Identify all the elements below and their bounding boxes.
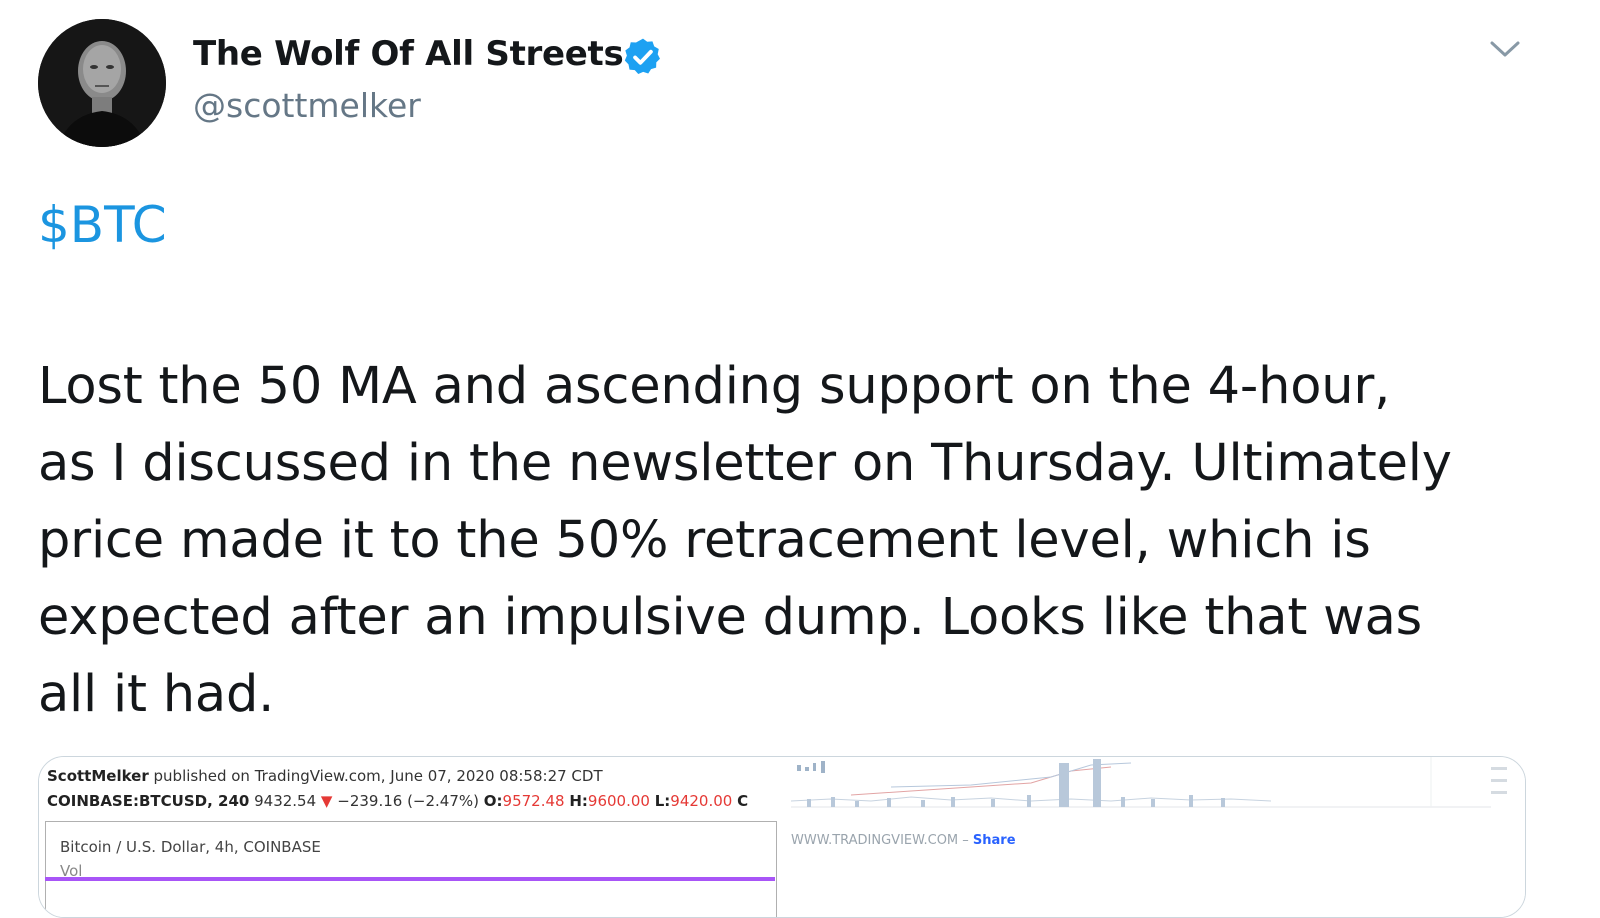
tradingview-site: WWW.TRADINGVIEW.COM –	[791, 833, 969, 848]
chart-divider	[45, 877, 775, 881]
tweet-text-line: price made it to the 50% retracement lev…	[38, 511, 1371, 570]
publisher-name: ScottMelker	[47, 767, 149, 785]
high-value: 9600.00	[587, 792, 650, 810]
tweet-media-chart-image[interactable]: ScottMelker published on TradingView.com…	[38, 756, 1526, 918]
published-text: published on TradingView.com, June 07, 2…	[153, 767, 603, 785]
open-value: 9572.48	[502, 792, 565, 810]
cashtag-link[interactable]: $BTC	[38, 196, 167, 254]
chart-title: Bitcoin / U.S. Dollar, 4h, COINBASE	[60, 838, 321, 856]
close-label: C	[737, 792, 749, 810]
tradingview-volume-preview: WWW.TRADINGVIEW.COM – Share	[790, 757, 1525, 917]
verified-badge-icon	[624, 38, 660, 74]
tweet-text-line: Lost the 50 MA and ascending support on …	[38, 357, 1391, 416]
tradingview-chart-header: ScottMelker published on TradingView.com…	[39, 757, 779, 917]
open-label: O:	[483, 792, 503, 810]
down-arrow-icon: ▼	[320, 792, 333, 810]
tweet-text: Lost the 50 MA and ascending support on …	[38, 348, 1548, 733]
low-value: 9420.00	[670, 792, 733, 810]
display-name[interactable]: The Wolf Of All Streets	[193, 34, 624, 74]
avatar-portrait-image	[38, 19, 166, 147]
symbol-line: COINBASE:BTCUSD, 240 9432.54 ▼ −239.16 (…	[47, 792, 748, 810]
last-price: 9432.54	[254, 792, 317, 810]
user-handle[interactable]: @scottmelker	[193, 86, 421, 125]
chart-pane: Bitcoin / U.S. Dollar, 4h, COINBASE Vol	[45, 821, 777, 917]
tweet-text-line: expected after an impulsive dump. Looks …	[38, 588, 1423, 647]
price-change: −239.16 (−2.47%)	[337, 792, 479, 810]
high-label: H:	[569, 792, 588, 810]
low-label: L:	[654, 792, 671, 810]
chevron-down-icon[interactable]	[1486, 34, 1524, 64]
tradingview-footer: WWW.TRADINGVIEW.COM – Share	[791, 833, 1016, 848]
volume-bars-thumbnail	[790, 757, 1507, 808]
symbol: COINBASE:BTCUSD, 240	[47, 792, 250, 810]
publisher-line: ScottMelker published on TradingView.com…	[47, 767, 603, 785]
share-link[interactable]: Share	[973, 833, 1016, 848]
tweet-text-line: all it had.	[38, 665, 275, 724]
tweet-text-line: as I discussed in the newsletter on Thur…	[38, 434, 1452, 493]
profile-avatar[interactable]	[38, 19, 166, 147]
